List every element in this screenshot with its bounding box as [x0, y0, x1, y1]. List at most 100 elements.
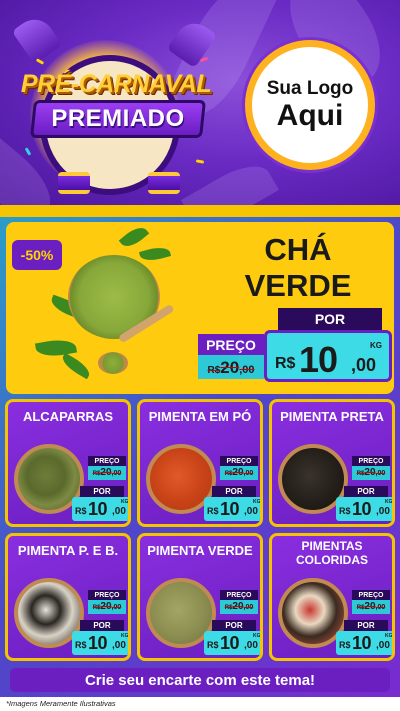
- price-dec: ,00: [376, 506, 390, 517]
- divider-strip: [0, 205, 400, 217]
- price-dec: ,00: [351, 355, 377, 375]
- product-name: ALCAPARRAS: [22, 409, 114, 424]
- new-price-label: POR: [344, 486, 388, 497]
- old-price-currency: R$: [92, 471, 101, 477]
- product-name: PIMENTA P. E B.: [17, 543, 119, 558]
- product-card[interactable]: PIMENTA P. E B. PREÇO R$ 20,00 POR R$ 10,00 KG: [5, 533, 131, 661]
- old-price-int: 20: [364, 467, 376, 478]
- price-dec: ,00: [376, 640, 390, 651]
- new-price: R$ 10 ,00 KG: [336, 631, 393, 655]
- product-card[interactable]: PIMENTA PRETA PREÇO R$ 20,00 POR R$ 10,00 KG: [269, 399, 395, 527]
- old-price: R$ 20 ,00: [198, 355, 264, 379]
- new-price: R$ 10 ,00 KG: [264, 330, 392, 382]
- price-dec: ,00: [112, 506, 126, 517]
- old-price-label: PREÇO: [198, 334, 264, 355]
- price-dec: ,00: [244, 506, 258, 517]
- old-price: R$ 20,00: [88, 600, 126, 614]
- new-price: R$ 10 ,00 KG: [204, 631, 261, 655]
- price-currency: R$: [75, 506, 87, 516]
- old-price-label: PREÇO: [88, 456, 126, 466]
- old-price: R$ 20,00: [88, 466, 126, 480]
- old-price-currency: R$: [207, 365, 221, 376]
- old-price: R$ 20,00: [352, 600, 390, 614]
- product-card[interactable]: PIMENTA VERDE PREÇO R$ 20,00 POR R$ 10,00 KG: [137, 533, 263, 661]
- old-price-int: 20: [100, 467, 112, 478]
- price-currency: R$: [339, 640, 351, 650]
- new-price: R$ 10 ,00 KG: [336, 497, 393, 521]
- logo-placeholder[interactable]: Sua Logo Aqui: [245, 40, 375, 170]
- old-price-int: 20: [220, 358, 240, 377]
- old-price-dec: ,00: [375, 470, 386, 477]
- price-unit: KG: [370, 341, 382, 350]
- product-name: PIMENTA EM PÓ: [148, 409, 252, 424]
- old-price-int: 20: [232, 601, 244, 612]
- new-price-label: POR: [80, 486, 124, 497]
- confetti: [24, 147, 32, 156]
- old-price-currency: R$: [224, 471, 233, 477]
- product-card[interactable]: ALCAPARRAS PREÇO R$ 20,00 POR R$ 10,00 KG: [5, 399, 131, 527]
- new-price: R$ 10 ,00 KG: [204, 497, 261, 521]
- price-currency: R$: [339, 506, 351, 516]
- new-price-label: POR: [344, 620, 388, 631]
- price-unit: KG: [385, 633, 393, 639]
- cta-button[interactable]: Crie seu encarte com este tema!: [10, 668, 390, 692]
- price-int: 10: [220, 499, 240, 519]
- old-price-currency: R$: [92, 605, 101, 611]
- drum-icon: [58, 172, 90, 194]
- price-dec: ,00: [112, 640, 126, 651]
- new-price-label: POR: [278, 308, 382, 330]
- old-price-dec: ,00: [243, 470, 254, 477]
- price-unit: KG: [253, 499, 261, 505]
- old-price-label: PREÇO: [220, 590, 258, 600]
- new-price: R$ 10 ,00 KG: [72, 631, 129, 655]
- old-price-int: 20: [100, 601, 112, 612]
- price-currency: R$: [207, 640, 219, 650]
- price-int: 10: [299, 339, 338, 380]
- trumpet-icon: [11, 11, 63, 65]
- price-unit: KG: [385, 499, 393, 505]
- product-card[interactable]: PIMENTA EM PÓ PREÇO R$ 20,00 POR R$ 10,00 KG: [137, 399, 263, 527]
- old-price-label: PREÇO: [220, 456, 258, 466]
- drum-icon: [148, 172, 180, 194]
- product-card[interactable]: PIMENTAS COLORIDAS PREÇO R$ 20,00 POR R$ 10,00…: [269, 533, 395, 661]
- confetti: [35, 58, 45, 65]
- price-int: 10: [88, 633, 108, 653]
- price-dec: ,00: [244, 640, 258, 651]
- featured-product-name: CHÁ VERDE: [228, 232, 368, 303]
- old-price: R$ 20,00: [220, 466, 258, 480]
- confetti: [195, 159, 205, 164]
- product-name: PIMENTA PRETA: [280, 409, 384, 424]
- price-int: 10: [352, 633, 372, 653]
- price-unit: KG: [121, 499, 129, 505]
- price-unit: KG: [121, 633, 129, 639]
- header-banner: PRÉ-CARNAVAL PREMIADO Sua Logo Aqui: [0, 0, 400, 205]
- price-currency: R$: [275, 355, 296, 372]
- old-price-int: 20: [232, 467, 244, 478]
- new-price-label: POR: [80, 620, 124, 631]
- logo-text-line1: Sua Logo: [266, 77, 354, 99]
- logo-text-line2: Aqui: [276, 98, 344, 132]
- old-price: R$ 20,00: [220, 600, 258, 614]
- new-price-label: POR: [212, 486, 256, 497]
- price-currency: R$: [75, 640, 87, 650]
- featured-name-line1: CHÁ: [264, 232, 332, 267]
- spoon-image: [98, 352, 128, 374]
- old-price-dec: ,00: [243, 604, 254, 611]
- new-price-label: POR: [212, 620, 256, 631]
- palm-leaf-decoration: [181, 155, 279, 205]
- price-int: 10: [88, 499, 108, 519]
- price-unit: KG: [253, 633, 261, 639]
- old-price-label: PREÇO: [352, 590, 390, 600]
- old-price-dec: ,00: [239, 364, 255, 376]
- product-name: PIMENTA VERDE: [147, 543, 253, 558]
- price-currency: R$: [207, 506, 219, 516]
- new-price: R$ 10 ,00 KG: [72, 497, 129, 521]
- product-name: PIMENTAS COLORIDAS: [296, 539, 368, 567]
- old-price: R$ 20,00: [352, 466, 390, 480]
- disclaimer-text: *Imagens Meramente Ilustrativas: [6, 699, 116, 708]
- discount-badge: -50%: [12, 240, 62, 270]
- old-price-dec: ,00: [111, 604, 122, 611]
- old-price-currency: R$: [356, 471, 365, 477]
- old-price-dec: ,00: [375, 604, 386, 611]
- old-price-currency: R$: [356, 605, 365, 611]
